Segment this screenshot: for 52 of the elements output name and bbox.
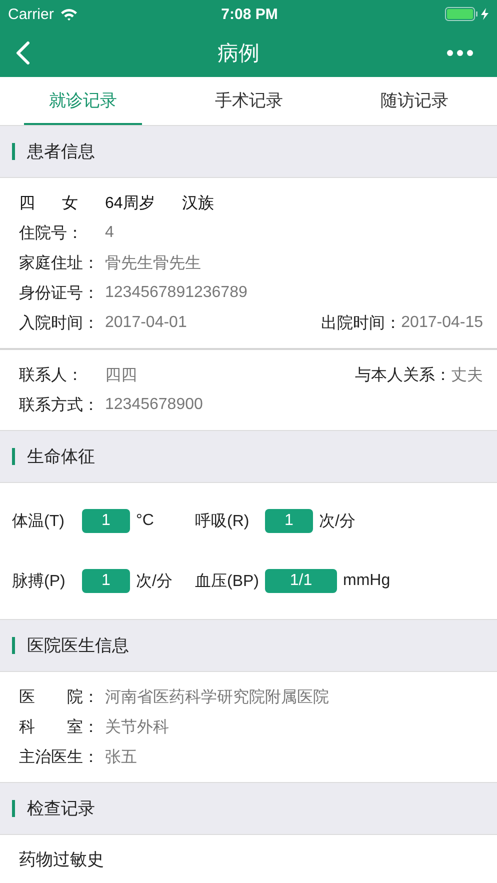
vital-value: 1 [82, 569, 130, 593]
tab[interactable]: 手术记录 [166, 77, 332, 125]
field-label: 与本人关系： [355, 366, 451, 386]
wifi-icon [60, 8, 78, 20]
field-value: 关节外科 [105, 718, 169, 738]
record-item[interactable]: 药物过敏史 [19, 835, 478, 883]
page-title: 病例 [218, 40, 260, 66]
tab[interactable]: 随访记录 [332, 77, 497, 125]
field-value: 12345678900 [105, 396, 203, 414]
patient-summary-text: 四 [19, 194, 35, 214]
patient-summary-text: 64周岁 [105, 194, 155, 214]
unit-label: 次/分 [319, 512, 356, 532]
field-label: 出院时间： [321, 314, 402, 334]
battery-icon [445, 7, 491, 21]
section-title: 患者信息 [27, 141, 95, 163]
field-value: 2017-04-01 [105, 314, 187, 332]
section-title: 检查记录 [27, 798, 95, 820]
field-label: 科 室： [19, 718, 100, 738]
vital-label: 血压(BP) [195, 572, 260, 592]
vital-value: 1 [265, 509, 313, 533]
field-value: 四四 [105, 366, 137, 386]
unit-label: mmHg [343, 572, 390, 590]
field-value: 4 [105, 224, 114, 242]
vital-value: 1 [82, 509, 130, 533]
unit-label: °C [136, 512, 154, 530]
vital-value: 1/1 [265, 569, 337, 593]
field-label: 联系人： [19, 366, 84, 386]
field-label: 住院号： [19, 224, 84, 244]
field-label: 主治医生： [19, 748, 100, 768]
field-value: 河南省医药科学研究院附属医院 [105, 688, 329, 708]
field-value: 1234567891236789 [105, 284, 248, 302]
field-label: 入院时间： [19, 314, 100, 334]
patient-summary-text: 汉族 [182, 194, 214, 214]
field-value: 骨先生骨先生 [105, 254, 201, 274]
vital-label: 脉搏(P) [12, 572, 66, 592]
carrier-label: Carrier [8, 6, 54, 22]
field-value: 丈夫 [451, 366, 483, 386]
more-icon [447, 50, 473, 56]
field-label: 身份证号： [19, 284, 100, 304]
field-label: 联系方式： [19, 396, 100, 416]
back-icon [16, 40, 30, 64]
patient-summary-text: 女 [62, 194, 78, 214]
unit-label: 次/分 [136, 572, 172, 592]
status-time: 7:08 PM [221, 6, 278, 22]
section-title: 医院医生信息 [27, 635, 129, 657]
section-title: 生命体征 [27, 446, 95, 468]
field-value: 2017-04-15 [401, 314, 483, 332]
vital-label: 呼吸(R) [195, 512, 250, 532]
field-value: 张五 [105, 748, 137, 768]
field-label: 医 院： [19, 688, 100, 708]
vital-label: 体温(T) [12, 512, 66, 532]
field-label: 家庭住址： [19, 254, 100, 274]
